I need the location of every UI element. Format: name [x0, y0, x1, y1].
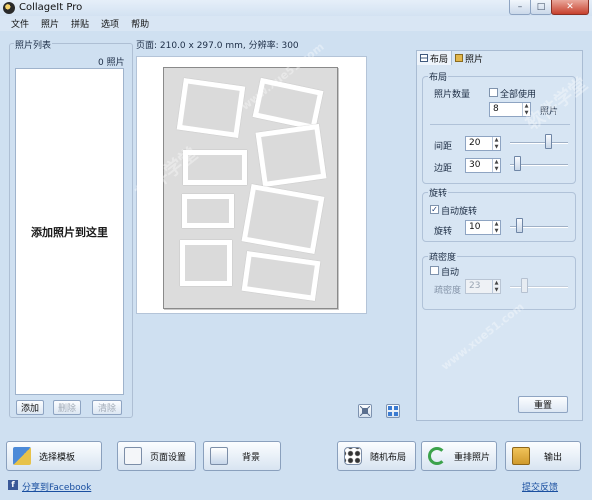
close-button[interactable]: ✕	[551, 0, 589, 15]
spacing-label: 间距	[434, 142, 453, 152]
photo-frame[interactable]	[255, 123, 327, 188]
page-setup-icon	[124, 447, 142, 465]
facebook-icon: f	[8, 480, 18, 490]
photo-list[interactable]: 添加照片到这里	[15, 68, 124, 395]
use-all-checkbox[interactable]	[489, 88, 498, 97]
rotation-group-title: 旋转	[428, 186, 449, 199]
background-label: 背景	[242, 452, 261, 463]
title-bar	[0, 0, 592, 16]
down-arrow-icon[interactable]: ▼	[493, 228, 500, 235]
template-icon	[13, 447, 31, 465]
tab-layout[interactable]: 布局	[417, 51, 453, 65]
photo-icon	[455, 54, 464, 62]
app-logo-icon	[3, 2, 15, 14]
down-arrow-icon[interactable]: ▼	[493, 144, 500, 151]
margin-stepper[interactable]: 30 ▲ ▼	[465, 158, 501, 173]
delete-photo-button[interactable]: 删除	[53, 400, 81, 415]
actual-size-icon[interactable]	[386, 404, 400, 418]
tab-layout-label: 布局	[430, 54, 449, 65]
photo-frame[interactable]	[241, 184, 325, 254]
photo-frame[interactable]	[176, 77, 246, 139]
minimize-button[interactable]: –	[509, 0, 531, 15]
page-setup-label: 页面设置	[150, 452, 187, 463]
auto-density-label: 自动	[441, 268, 460, 278]
photo-list-placeholder: 添加照片到这里	[31, 225, 108, 239]
density-stepper[interactable]: 23 ▲ ▼	[465, 279, 501, 294]
menu-file[interactable]: 文件	[11, 17, 29, 30]
photo-count-field-label: 照片数量	[434, 90, 471, 100]
fit-page-icon[interactable]	[358, 404, 372, 418]
down-arrow-icon[interactable]: ▼	[523, 110, 530, 117]
photo-frame[interactable]	[182, 194, 234, 228]
margin-label: 边距	[434, 164, 453, 174]
settings-tabs: 布局 照片	[417, 51, 486, 65]
maximize-button[interactable]: □	[530, 0, 552, 15]
feedback-link[interactable]: 提交反馈	[522, 480, 558, 493]
photo-frame[interactable]	[241, 251, 321, 301]
rearrange-photos-button[interactable]: 重排照片	[421, 441, 497, 471]
refresh-icon	[428, 447, 446, 465]
auto-rotate-label: 自动旋转	[441, 207, 478, 217]
density-value: 23	[469, 281, 481, 291]
density-label: 疏密度	[434, 286, 462, 296]
margin-slider-thumb[interactable]	[514, 156, 521, 171]
down-arrow-icon[interactable]: ▼	[493, 166, 500, 173]
auto-density-checkbox[interactable]	[430, 266, 439, 275]
density-group-title: 疏密度	[428, 250, 458, 263]
spacing-stepper[interactable]: 20 ▲ ▼	[465, 136, 501, 151]
rotate-stepper[interactable]: 10 ▲ ▼	[465, 220, 501, 235]
tab-photo-label: 照片	[465, 54, 484, 65]
divider	[430, 124, 570, 125]
menu-collage[interactable]: 拼贴	[71, 17, 89, 30]
menu-bar: 文件 照片 拼贴 选项 帮助	[0, 16, 592, 31]
clear-photos-button[interactable]: 清除	[92, 400, 122, 415]
auto-rotate-checkbox[interactable]: ✓	[430, 205, 439, 214]
photo-frame[interactable]	[180, 240, 232, 286]
photo-unit-label: 照片	[540, 107, 559, 117]
background-icon	[210, 447, 228, 465]
add-photo-button[interactable]: 添加	[16, 400, 44, 415]
random-layout-label: 随机布局	[370, 452, 407, 463]
output-button[interactable]: 输出	[505, 441, 581, 471]
choose-template-label: 选择模板	[39, 452, 76, 463]
rotate-label: 旋转	[434, 227, 453, 237]
app-title: CollageIt Pro	[19, 2, 83, 13]
photo-frame[interactable]	[183, 150, 247, 185]
photo-frame[interactable]	[252, 77, 324, 131]
page-setup-button[interactable]: 页面设置	[117, 441, 196, 471]
spacing-slider-track[interactable]	[510, 142, 568, 144]
spacing-slider-thumb[interactable]	[545, 134, 552, 149]
menu-photo[interactable]: 照片	[41, 17, 59, 30]
page-info: 页面: 210.0 x 297.0 mm, 分辨率: 300	[136, 41, 299, 51]
random-layout-button[interactable]: 随机布局	[337, 441, 416, 471]
grid-icon	[420, 54, 428, 62]
background-button[interactable]: 背景	[203, 441, 281, 471]
rotate-slider-thumb[interactable]	[516, 218, 523, 233]
rearrange-photos-label: 重排照片	[454, 452, 491, 463]
photo-count-label: 0 照片	[98, 58, 125, 68]
margin-value: 30	[469, 160, 481, 170]
choose-template-button[interactable]: 选择模板	[6, 441, 102, 471]
photo-count-value: 8	[493, 104, 499, 114]
collage-page[interactable]	[163, 67, 338, 309]
share-facebook-link[interactable]: 分享到Facebook	[22, 480, 91, 493]
tab-photo[interactable]: 照片	[452, 51, 486, 65]
random-dice-icon	[344, 447, 362, 465]
photo-list-title: 照片列表	[14, 38, 53, 51]
down-arrow-icon[interactable]: ▼	[493, 287, 500, 294]
layout-group-title: 布局	[428, 70, 449, 83]
density-slider-track[interactable]	[510, 286, 568, 288]
reset-button[interactable]: 重置	[518, 396, 568, 413]
output-icon	[512, 447, 530, 465]
photo-count-stepper[interactable]: 8 ▲ ▼	[489, 102, 531, 117]
spacing-value: 20	[469, 138, 481, 148]
menu-help[interactable]: 帮助	[131, 17, 149, 30]
use-all-label: 全部使用	[500, 90, 537, 100]
rotate-value: 10	[469, 222, 481, 232]
output-label: 输出	[544, 452, 563, 463]
menu-options[interactable]: 选项	[101, 17, 119, 30]
density-slider-thumb[interactable]	[521, 278, 528, 293]
